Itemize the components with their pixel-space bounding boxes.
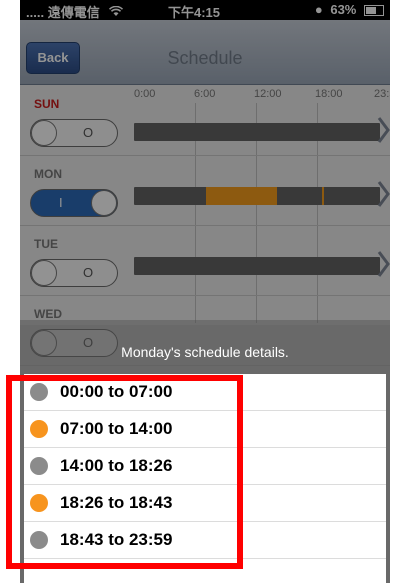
phone-screen: ..... 遠傳電信 下午4:15 ● 63% Back Schedule 0:… (20, 0, 390, 583)
schedule-detail-item[interactable]: 00:00 to 07:00 (24, 374, 386, 411)
schedule-detail-text: 18:43 to 23:59 (60, 530, 173, 549)
schedule-details-sheet: Monday's schedule details. 00:00 to 07:0… (20, 320, 390, 583)
schedule-detail-item[interactable]: 14:00 to 18:26 (24, 448, 386, 485)
schedule-detail-text: 14:00 to 18:26 (60, 456, 173, 475)
schedule-detail-text: 18:26 to 18:43 (60, 493, 173, 512)
sheet-title: Monday's schedule details. (121, 344, 289, 360)
schedule-detail-item[interactable]: 18:43 to 23:59 (24, 522, 386, 559)
status-dot-off (30, 531, 48, 549)
schedule-detail-text: 00:00 to 07:00 (60, 382, 173, 401)
schedule-detail-item[interactable]: 07:00 to 14:00 (24, 411, 386, 448)
status-dot-on (30, 494, 48, 512)
schedule-detail-item[interactable]: 18:26 to 18:43 (24, 485, 386, 522)
status-dot-on (30, 420, 48, 438)
schedule-detail-text: 07:00 to 14:00 (60, 419, 173, 438)
status-dot-off (30, 383, 48, 401)
page-frame: ..... 遠傳電信 下午4:15 ● 63% Back Schedule 0:… (0, 0, 400, 583)
schedule-details-list: 00:00 to 07:00 07:00 to 14:00 14:00 to 1… (24, 374, 386, 583)
status-dot-off (30, 457, 48, 475)
